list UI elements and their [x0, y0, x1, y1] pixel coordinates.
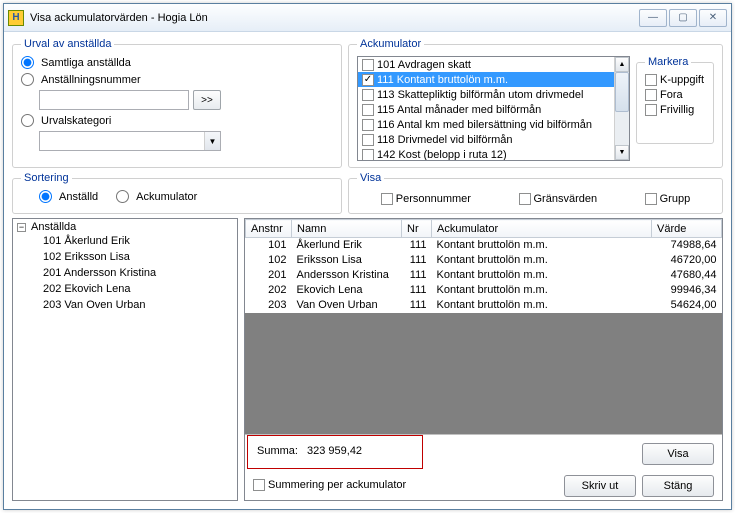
ackumulator-item[interactable]: 116 Antal km med bilersättning vid bilfö… [358, 117, 614, 132]
ackumulator-checkbox[interactable] [362, 149, 374, 161]
ackumulator-item[interactable]: 118 Drivmedel vid bilförmån [358, 132, 614, 147]
ackumulator-item[interactable]: 113 Skattepliktig bilförmån utom drivmed… [358, 87, 614, 102]
col-nr[interactable]: Nr [402, 220, 432, 238]
ackumulator-item[interactable]: 115 Antal månader med bilförmån [358, 102, 614, 117]
visa-group: Visa Personnummer Gränsvärden Grupp [348, 172, 723, 214]
markera-checkbox[interactable] [645, 89, 657, 101]
summa-value: 323 959,42 [307, 445, 362, 457]
ackumulator-item-label: 115 Antal månader med bilförmån [377, 104, 541, 116]
minimize-button[interactable]: — [639, 9, 667, 27]
sortering-group: Sortering Anställd Ackumulator [12, 172, 342, 214]
ackumulator-checkbox[interactable] [362, 119, 374, 131]
anstnr-arrows-button[interactable]: >> [193, 90, 221, 110]
ackumulator-group: Ackumulator 101 Avdragen skatt✓111 Konta… [348, 38, 723, 168]
ackumulator-checkbox[interactable]: ✓ [362, 74, 374, 86]
visa-button[interactable]: Visa [642, 443, 714, 465]
visa-legend: Visa [357, 172, 384, 184]
markera-checkbox[interactable] [645, 104, 657, 116]
radio-anstnr[interactable] [21, 73, 34, 86]
titlebar: H Visa ackumulatorvärden - Hogia Lön — ▢… [4, 4, 731, 32]
markera-label: Fora [660, 89, 683, 101]
ackumulator-checkbox[interactable] [362, 89, 374, 101]
radio-sort-anstalld[interactable] [39, 190, 52, 203]
skrivut-button[interactable]: Skriv ut [564, 475, 636, 497]
ackumulator-item-label: 111 Kontant bruttolön m.m. [377, 74, 508, 86]
markera-label: Frivillig [660, 104, 694, 116]
table-empty-area [245, 313, 722, 434]
table-row[interactable]: 102Eriksson Lisa111Kontant bruttolön m.m… [246, 253, 722, 268]
table-row[interactable]: 202Ekovich Lena111Kontant bruttolön m.m.… [246, 283, 722, 298]
scroll-up-icon[interactable]: ▲ [615, 57, 629, 72]
tree-root-label: Anställda [31, 221, 76, 233]
ackumulator-list[interactable]: 101 Avdragen skatt✓111 Kontant bruttolön… [357, 56, 630, 161]
markera-group: Markera K-uppgift Fora Frivillig [636, 56, 714, 144]
scroll-down-icon[interactable]: ▼ [615, 145, 629, 160]
check-personnummer-label: Personnummer [396, 193, 471, 205]
chevron-down-icon: ▼ [204, 132, 220, 150]
ackumulator-checkbox[interactable] [362, 134, 374, 146]
check-gransvarden-label: Gränsvärden [534, 193, 598, 205]
stang-button[interactable]: Stäng [642, 475, 714, 497]
ackumulator-item-label: 113 Skattepliktig bilförmån utom drivmed… [377, 89, 583, 101]
check-personnummer[interactable] [381, 193, 393, 205]
check-gransvarden[interactable] [519, 193, 531, 205]
kategori-select[interactable]: ▼ [39, 131, 221, 151]
urval-legend: Urval av anställda [21, 38, 114, 50]
ackumulator-item[interactable]: 101 Avdragen skatt [358, 57, 614, 72]
anstnr-input[interactable] [39, 90, 189, 110]
tree-panel: − Anställda 101 Åkerlund Erik102 Eriksso… [12, 218, 238, 501]
radio-sort-ack-label: Ackumulator [136, 191, 197, 203]
radio-samtliga[interactable] [21, 56, 34, 69]
tree-item[interactable]: 101 Åkerlund Erik [43, 233, 233, 249]
window: H Visa ackumulatorvärden - Hogia Lön — ▢… [3, 3, 732, 510]
check-summering-label: Summering per ackumulator [268, 479, 406, 491]
maximize-button[interactable]: ▢ [669, 9, 697, 27]
radio-sort-ack[interactable] [116, 190, 129, 203]
app-icon: H [8, 10, 24, 26]
radio-kategori-label: Urvalskategori [41, 115, 111, 127]
radio-samtliga-label: Samtliga anställda [41, 57, 131, 69]
table-row[interactable]: 201Andersson Kristina111Kontant bruttolö… [246, 268, 722, 283]
col-anstnr[interactable]: Anstnr [246, 220, 292, 238]
ackumulator-checkbox[interactable] [362, 104, 374, 116]
ackumulator-checkbox[interactable] [362, 59, 374, 71]
summa-label: Summa: [257, 445, 298, 457]
tree-collapse-icon[interactable]: − [17, 223, 26, 232]
scrollbar[interactable]: ▲ ▼ [614, 57, 629, 160]
close-button[interactable]: ✕ [699, 9, 727, 27]
result-table: Anstnr Namn Nr Ackumulator Värde 101Åker… [245, 219, 722, 313]
urval-group: Urval av anställda Samtliga anställda An… [12, 38, 342, 168]
col-varde[interactable]: Värde [652, 220, 722, 238]
ackumulator-legend: Ackumulator [357, 38, 424, 50]
table-row[interactable]: 203Van Oven Urban111Kontant bruttolön m.… [246, 298, 722, 313]
table-row[interactable]: 101Åkerlund Erik111Kontant bruttolön m.m… [246, 238, 722, 253]
scroll-thumb[interactable] [615, 72, 629, 112]
markera-label: K-uppgift [660, 74, 704, 86]
sortering-legend: Sortering [21, 172, 72, 184]
check-grupp-label: Grupp [660, 193, 691, 205]
ackumulator-item-label: 142 Kost (belopp i ruta 12) [377, 149, 507, 161]
markera-legend: Markera [645, 56, 691, 68]
tree-item[interactable]: 102 Eriksson Lisa [43, 249, 233, 265]
tree-item[interactable]: 203 Van Oven Urban [43, 297, 233, 313]
ackumulator-item[interactable]: ✓111 Kontant bruttolön m.m. [358, 72, 614, 87]
check-grupp[interactable] [645, 193, 657, 205]
window-title: Visa ackumulatorvärden - Hogia Lön [30, 12, 639, 24]
tree-item[interactable]: 202 Ekovich Lena [43, 281, 233, 297]
table-panel: Anstnr Namn Nr Ackumulator Värde 101Åker… [244, 218, 723, 501]
radio-anstnr-label: Anställningsnummer [41, 74, 141, 86]
col-ack[interactable]: Ackumulator [432, 220, 652, 238]
ackumulator-item[interactable]: 142 Kost (belopp i ruta 12) [358, 147, 614, 161]
ackumulator-item-label: 118 Drivmedel vid bilförmån [377, 134, 513, 146]
summa-area: Summa: 323 959,42 Summering per ackumula… [245, 434, 722, 500]
check-summering-per-ack[interactable] [253, 479, 265, 491]
ackumulator-item-label: 116 Antal km med bilersättning vid bilfö… [377, 119, 592, 131]
ackumulator-item-label: 101 Avdragen skatt [377, 59, 471, 71]
col-namn[interactable]: Namn [292, 220, 402, 238]
radio-sort-anstalld-label: Anställd [59, 191, 98, 203]
markera-checkbox[interactable] [645, 74, 657, 86]
radio-kategori[interactable] [21, 114, 34, 127]
tree-item[interactable]: 201 Andersson Kristina [43, 265, 233, 281]
